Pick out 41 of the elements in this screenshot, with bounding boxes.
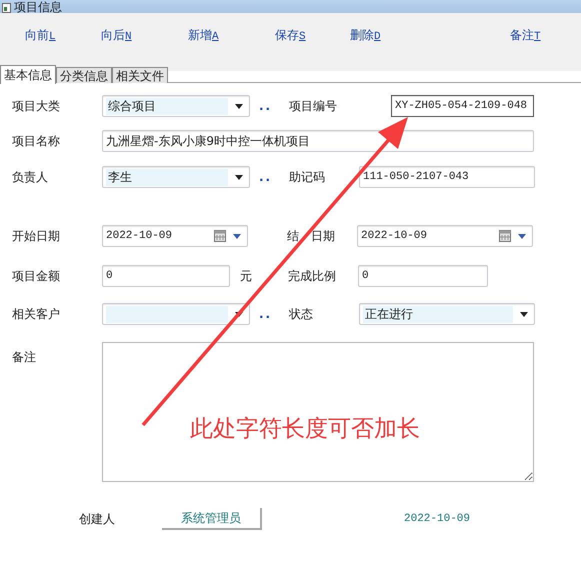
field-label: 备注 bbox=[11, 349, 37, 366]
toolbar-button[interactable]: 新增A bbox=[188, 26, 219, 46]
field-label: 状态 bbox=[289, 306, 314, 323]
lookup-button[interactable]: .. bbox=[259, 99, 272, 113]
field-label: 项目名称 bbox=[11, 133, 61, 150]
field-label: 项目金额 bbox=[11, 268, 61, 285]
toolbar-button[interactable]: 保存S bbox=[275, 26, 306, 46]
tab[interactable]: 相关文件 bbox=[112, 67, 168, 83]
field-label: 项目大类 bbox=[11, 98, 61, 115]
field-label: 创建人 bbox=[79, 511, 116, 528]
input-field[interactable]: 0 bbox=[102, 265, 230, 287]
tab[interactable]: 基本信息 bbox=[0, 65, 56, 84]
lookup-button[interactable]: .. bbox=[259, 307, 272, 321]
field-label: 项目编号 bbox=[289, 98, 338, 115]
created-date: 2022-10-09 bbox=[404, 512, 470, 527]
dropdown-field[interactable]: 综合项目 bbox=[102, 95, 250, 117]
dropdown-field[interactable]: 正在进行 bbox=[359, 303, 535, 325]
toolbar-button[interactable]: 删除D bbox=[350, 26, 381, 46]
toolbar-button[interactable]: 向前L bbox=[25, 26, 56, 46]
field-label: 开始日期 bbox=[11, 228, 61, 245]
input-field[interactable]: 0 bbox=[358, 265, 488, 287]
date-field[interactable]: 2022-10-09 bbox=[357, 225, 533, 247]
field-label: 助记码 bbox=[289, 169, 326, 186]
input-field[interactable]: XY-ZH05-054-2109-048 bbox=[391, 95, 534, 117]
lookup-button[interactable]: .. bbox=[259, 170, 272, 184]
field-label: 负责人 bbox=[11, 169, 49, 186]
toolbar-button[interactable]: 向后N bbox=[101, 26, 132, 46]
unit-label: 元 bbox=[240, 268, 252, 285]
annotation-text: 此处字符长度可否加长 bbox=[190, 415, 420, 444]
window-title: 项目信息 bbox=[14, 0, 62, 14]
creator-button[interactable]: 系统管理员 bbox=[162, 508, 262, 530]
field-label: 完成比例 bbox=[288, 268, 337, 285]
input-field[interactable]: 111-050-2107-043 bbox=[359, 166, 535, 188]
date-field[interactable]: 2022-10-09 bbox=[102, 225, 248, 247]
field-label: 结 bbox=[287, 228, 299, 245]
tab[interactable]: 分类信息 bbox=[56, 67, 112, 83]
input-field[interactable]: 九洲星熠-东风小康9时中控一体机项目 bbox=[102, 130, 534, 152]
field-label: 相关客户 bbox=[11, 306, 61, 323]
field-label: 日期 bbox=[311, 228, 335, 245]
dropdown-field[interactable]: 李生 bbox=[102, 166, 250, 188]
toolbar-button[interactable]: 备注T bbox=[510, 26, 541, 46]
